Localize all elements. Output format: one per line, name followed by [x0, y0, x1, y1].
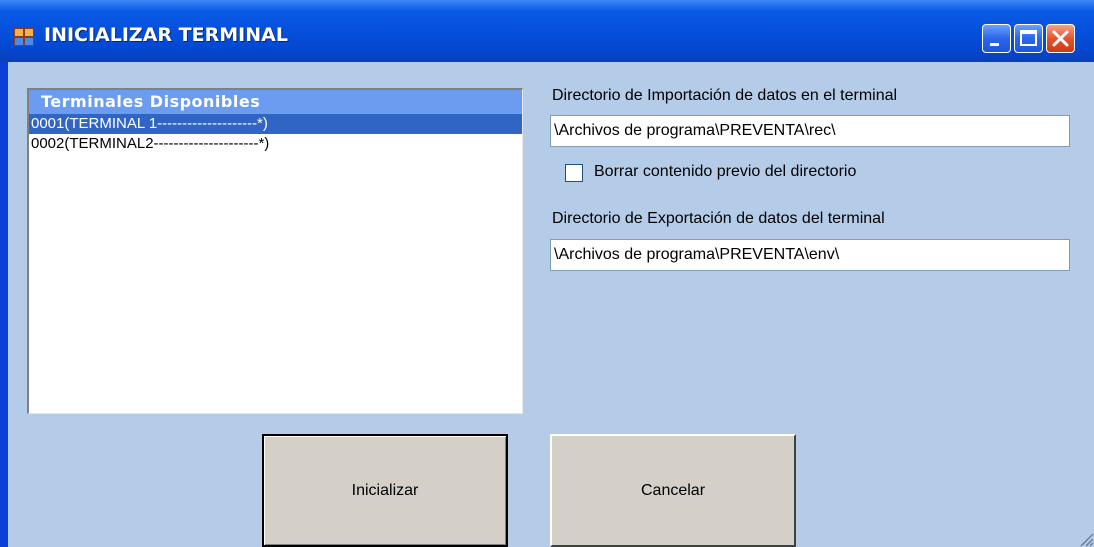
close-button[interactable]: [1046, 24, 1075, 53]
clear-directory-checkbox[interactable]: [565, 164, 583, 182]
terminal-item-0001[interactable]: 0001(TERMINAL 1--------------------*): [29, 114, 522, 134]
title-bar[interactable]: INICIALIZAR TERMINAL: [0, 0, 1094, 62]
dialog-client-area: Terminales Disponibles 0001(TERMINAL 1--…: [8, 62, 1094, 547]
dialog-window: INICIALIZAR TERMINAL Terminales Disponib…: [0, 0, 1094, 547]
terminals-list-header: Terminales Disponibles: [29, 90, 522, 114]
resize-grip-icon[interactable]: [1076, 529, 1094, 547]
import-directory-input[interactable]: \Archivos de programa\PREVENTA\rec\: [550, 115, 1070, 147]
minimize-button[interactable]: [982, 24, 1011, 53]
close-icon: [1052, 30, 1069, 47]
terminals-list-items: 0001(TERMINAL 1--------------------*) 00…: [29, 114, 522, 154]
terminal-item-0002[interactable]: 0002(TERMINAL2---------------------*): [29, 134, 522, 154]
initialize-button[interactable]: Inicializar: [262, 434, 508, 547]
clear-directory-label: Borrar contenido previo del directorio: [594, 163, 857, 180]
import-directory-label: Directorio de Importación de datos en el…: [552, 87, 898, 104]
maximize-button[interactable]: [1014, 24, 1043, 53]
app-window-icon: [14, 28, 34, 46]
minimize-icon: [990, 43, 999, 46]
terminals-listbox[interactable]: Terminales Disponibles 0001(TERMINAL 1--…: [27, 88, 523, 414]
export-directory-label: Directorio de Exportación de datos del t…: [552, 210, 885, 227]
export-directory-input[interactable]: \Archivos de programa\PREVENTA\env\: [550, 239, 1070, 271]
window-title: INICIALIZAR TERMINAL: [44, 24, 288, 46]
cancel-button[interactable]: Cancelar: [550, 434, 796, 547]
maximize-icon: [1020, 30, 1037, 46]
